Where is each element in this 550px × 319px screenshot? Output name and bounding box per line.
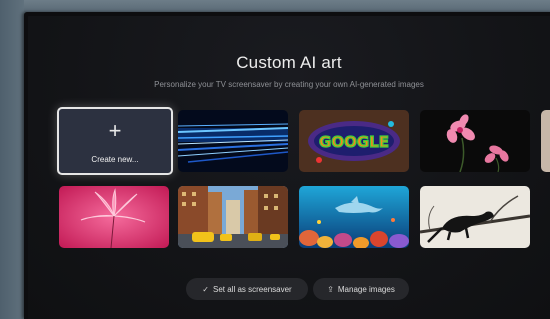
tv-frame: Custom AI art Personalize your TV screen… [24, 12, 550, 319]
tv-screen: Custom AI art Personalize your TV screen… [28, 16, 550, 319]
upload-icon: ⇪ [327, 284, 334, 294]
art-tile-pink-lily[interactable] [59, 186, 169, 248]
svg-text:GOOGLE: GOOGLE [319, 133, 389, 151]
create-new-tile[interactable]: + Create new... [57, 107, 173, 175]
art-tile-partial[interactable] [541, 110, 550, 172]
page-title: Custom AI art [236, 53, 342, 72]
set-all-screensaver-label: Set all as screensaver [213, 284, 292, 294]
art-tile-black-panther[interactable] [420, 186, 530, 248]
art-tile-pink-flowers[interactable] [420, 110, 530, 172]
art-tile-city-street[interactable] [178, 186, 288, 248]
page-subtitle: Personalize your TV screensaver by creat… [154, 80, 424, 89]
plus-icon: + [108, 118, 122, 143]
wall-edge [0, 0, 24, 319]
check-icon: ✓ [202, 284, 209, 294]
wall [0, 0, 550, 12]
create-new-label: Create new... [91, 155, 139, 164]
art-tile-light-streaks[interactable] [178, 110, 288, 172]
manage-images-button[interactable]: ⇪ Manage images [313, 278, 409, 300]
art-tile-graffiti[interactable]: GOOGLE [299, 110, 409, 172]
set-all-screensaver-button[interactable]: ✓ Set all as screensaver [186, 278, 308, 300]
art-tile-underwater[interactable] [299, 186, 409, 248]
manage-images-label: Manage images [337, 284, 395, 294]
